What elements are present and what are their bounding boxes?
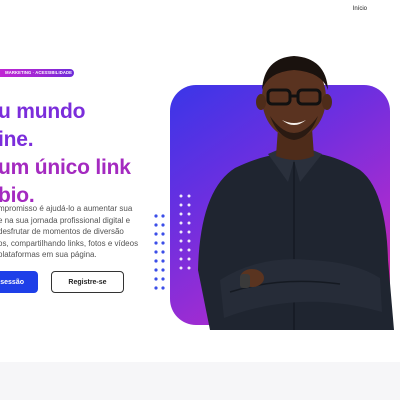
description-line: plataformas em sua página. xyxy=(0,250,97,259)
description-line: os, compartilhando links, fotos e vídeos xyxy=(0,238,139,248)
headline-line: um único link xyxy=(0,156,131,180)
nav-link-home[interactable]: Início xyxy=(353,6,367,12)
login-button[interactable]: ssessão xyxy=(0,271,38,293)
headline-line: u mundo xyxy=(0,100,86,124)
dot-pattern-left xyxy=(154,214,165,290)
category-tag: MARKETING · ACESSIBILIDADE xyxy=(0,69,74,77)
headline-line: ine. xyxy=(0,128,34,152)
hero-description: mpromisso é ajudá-lo a aumentar sua e na… xyxy=(0,203,144,261)
description-line: mpromisso é ajudá-lo a aumentar sua xyxy=(0,204,133,213)
top-nav: Início xyxy=(0,0,400,20)
footer-band xyxy=(0,362,400,400)
description-line: e na sua jornada profissional digital e xyxy=(0,215,131,225)
hero-headline: u mundo ine. um único link bio. xyxy=(0,98,178,210)
hero-person-image xyxy=(198,56,394,330)
description-line: desfrutar de momentos de diversão xyxy=(0,227,124,236)
register-button[interactable]: Registre-se xyxy=(51,271,124,293)
